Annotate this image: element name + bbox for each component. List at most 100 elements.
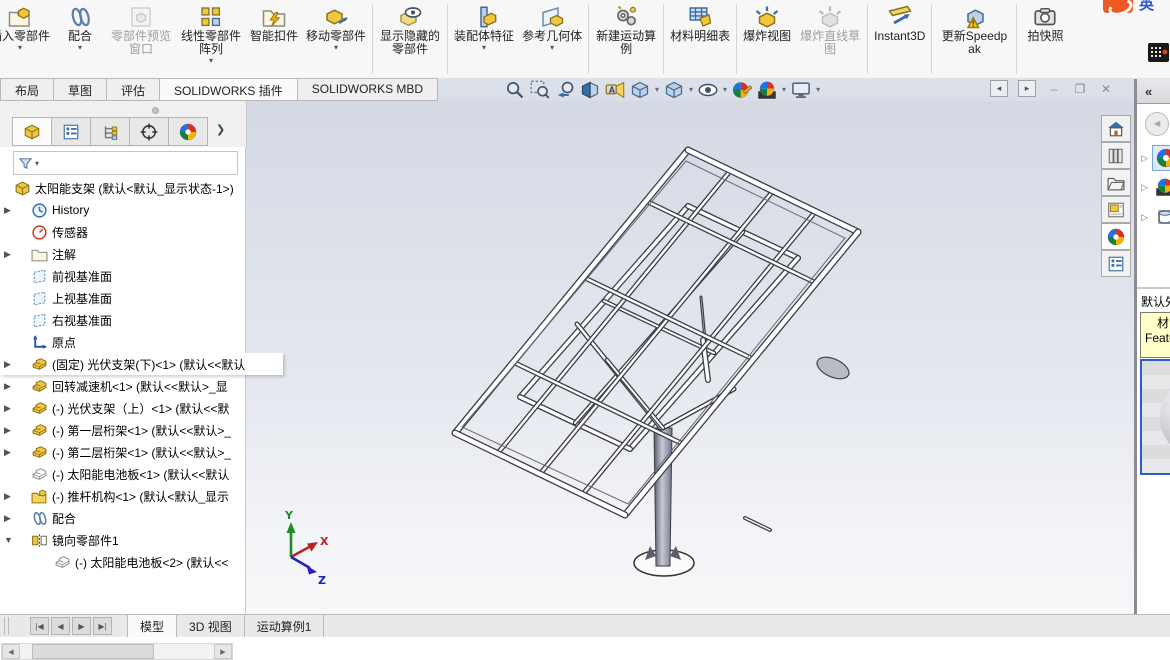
ime-logo-icon[interactable]: [1103, 0, 1133, 13]
solidworks-resources-tab[interactable]: [1101, 115, 1131, 142]
tree-item-sensors[interactable]: 传感器: [0, 221, 272, 243]
instant3d-button[interactable]: Instant3D: [871, 1, 928, 77]
tree-item-origin[interactable]: 原点: [0, 331, 272, 353]
tab-overflow-icon[interactable]: ❯: [216, 123, 225, 136]
exploded-view-button[interactable]: 爆炸视图: [740, 1, 794, 77]
next-document-icon[interactable]: ▸: [1018, 80, 1036, 97]
tab-layout[interactable]: 布局: [0, 78, 55, 101]
take-snapshot-button[interactable]: 拍快照: [1020, 1, 1070, 77]
smart-fasteners-button[interactable]: 智能扣件: [247, 1, 301, 77]
panel-drag-handle[interactable]: [152, 107, 159, 114]
dropdown-arrow-icon[interactable]: ▾: [655, 85, 659, 94]
expand-arrow-icon[interactable]: ▶: [4, 205, 14, 216]
linear-component-pattern-button[interactable]: 线性零部件阵列 ▾: [177, 1, 245, 77]
restore-icon[interactable]: ❐: [1072, 81, 1088, 96]
view-palette-tab[interactable]: [1101, 196, 1131, 223]
ime-keyboard-icon[interactable]: [1148, 43, 1169, 62]
appearances-scenes-tab[interactable]: [1101, 223, 1131, 250]
motion-study-tab[interactable]: 运动算例1: [245, 615, 325, 637]
tree-item-mates[interactable]: ▶ 配合: [0, 507, 272, 529]
dropdown-arrow-icon[interactable]: ▾: [689, 85, 693, 94]
last-tab-icon[interactable]: ▶|: [93, 617, 112, 635]
collapse-pane-icon[interactable]: «: [1145, 84, 1152, 99]
mate-button[interactable]: 配合 ▾: [55, 1, 105, 77]
custom-properties-tab[interactable]: [1101, 250, 1131, 277]
collapse-arrow-icon[interactable]: ▼: [4, 535, 14, 545]
slew-drive[interactable]: [814, 353, 852, 383]
previous-document-icon[interactable]: ◂: [990, 80, 1008, 97]
support-pole[interactable]: [653, 427, 673, 567]
tree-item-component[interactable]: ▶ (-) 第二层桁架<1> (默认<<默认>_: [0, 441, 272, 463]
tab-solidworks-mbd[interactable]: SOLIDWORKS MBD: [297, 78, 439, 101]
previous-view-icon[interactable]: [555, 80, 575, 100]
model-tab[interactable]: 模型: [127, 615, 178, 637]
expand-arrow-icon[interactable]: ▷: [1141, 212, 1148, 223]
next-tab-icon[interactable]: ▶: [72, 617, 91, 635]
tree-item-front-plane[interactable]: 前视基准面: [0, 265, 272, 287]
insert-components-button[interactable]: 插入零部件 ▾: [0, 1, 53, 77]
tree-item-annotations[interactable]: ▶ 注解: [0, 243, 272, 265]
dimxpert-manager-tab[interactable]: [130, 117, 169, 146]
assembly-features-button[interactable]: 装配体特征 ▾: [451, 1, 517, 77]
tree-item-history[interactable]: ▶ History: [0, 199, 272, 221]
tree-item-mirror-components[interactable]: ▼ 镜向零部件1: [0, 529, 272, 551]
3d-views-tab[interactable]: 3D 视图: [177, 615, 245, 637]
expand-arrow-icon[interactable]: ▶: [4, 359, 14, 370]
design-library-tab[interactable]: [1101, 142, 1131, 169]
view-settings-icon[interactable]: [791, 80, 811, 100]
reference-geometry-button[interactable]: 参考几何体 ▾: [519, 1, 585, 77]
dropdown-arrow-icon[interactable]: ▾: [816, 85, 820, 94]
hide-show-annotations-icon[interactable]: [605, 80, 625, 100]
display-style-icon[interactable]: [664, 80, 684, 100]
tree-item-component[interactable]: ▶ (-) 光伏支架（上）<1> (默认<<默: [0, 397, 272, 419]
apply-scene-icon[interactable]: [757, 80, 777, 100]
expand-arrow-icon[interactable]: ▶: [4, 447, 14, 458]
expand-arrow-icon[interactable]: ▶: [4, 425, 14, 436]
ime-language-indicator[interactable]: 英: [1139, 0, 1154, 14]
tree-filter-box[interactable]: ▾: [13, 151, 238, 175]
frame-members[interactable]: [451, 146, 862, 532]
tree-horizontal-scrollbar[interactable]: ◀ ▶: [1, 643, 233, 660]
dropdown-arrow-icon[interactable]: ▾: [723, 85, 727, 94]
scenes-node[interactable]: ▷: [1141, 175, 1170, 199]
expand-arrow-icon[interactable]: ▶: [4, 491, 14, 502]
tree-item-component[interactable]: ▶ (-) 第一层桁架<1> (默认<<默认>_: [0, 419, 272, 441]
zoom-to-fit-icon[interactable]: [505, 80, 525, 100]
display-manager-tab[interactable]: [169, 117, 208, 146]
move-component-button[interactable]: 移动零部件 ▾: [303, 1, 369, 77]
minimize-icon[interactable]: –: [1046, 81, 1062, 96]
tree-item-subassembly[interactable]: ▶ (-) 推杆机构<1> (默认<默认_显示: [0, 485, 272, 507]
back-icon[interactable]: ◄: [1145, 112, 1169, 136]
expand-arrow-icon[interactable]: ▷: [1141, 182, 1148, 193]
view-orientation-icon[interactable]: [630, 80, 650, 100]
section-view-icon[interactable]: [580, 80, 600, 100]
expand-arrow-icon[interactable]: ▶: [4, 249, 14, 260]
edit-appearance-icon[interactable]: [732, 80, 752, 100]
appearances-node[interactable]: ▷: [1141, 145, 1170, 171]
expand-arrow-icon[interactable]: ▷: [1141, 153, 1148, 164]
bill-of-materials-button[interactable]: 材料明细表: [667, 1, 733, 77]
tree-item-component[interactable]: ▶ 回转减速机<1> (默认<<默认>_显: [0, 375, 272, 397]
first-tab-icon[interactable]: |◀: [30, 617, 49, 635]
tree-item-component-hidden[interactable]: (-) 太阳能电池板<1> (默认<<默认: [0, 463, 272, 485]
pane-splitter[interactable]: [1137, 287, 1170, 289]
hide-show-items-icon[interactable]: [698, 80, 718, 100]
expand-arrow-icon[interactable]: ▶: [4, 381, 14, 392]
new-motion-study-button[interactable]: 新建运动算例: [592, 1, 660, 77]
tree-item-top-plane[interactable]: 上视基准面: [0, 287, 272, 309]
tab-sketch[interactable]: 草图: [54, 78, 108, 101]
tab-solidworks-addins[interactable]: SOLIDWORKS 插件: [160, 78, 298, 101]
tree-item-component-hidden[interactable]: (-) 太阳能电池板<2> (默认<<: [0, 551, 295, 573]
dropdown-arrow-icon[interactable]: ▾: [782, 85, 786, 94]
close-icon[interactable]: ✕: [1098, 81, 1114, 96]
decals-node[interactable]: ▷: [1141, 205, 1170, 229]
expand-arrow-icon[interactable]: ▶: [4, 403, 14, 414]
property-manager-tab[interactable]: [52, 117, 91, 146]
expand-arrow-icon[interactable]: ▶: [4, 513, 14, 524]
previous-tab-icon[interactable]: ◀: [51, 617, 70, 635]
bottom-grip[interactable]: [4, 617, 9, 635]
featuremanager-tree-tab[interactable]: [12, 117, 52, 146]
tree-item-right-plane[interactable]: 右视基准面: [0, 309, 272, 331]
scroll-right-icon[interactable]: ▶: [214, 644, 232, 659]
appearance-preview-thumbnail[interactable]: [1140, 359, 1170, 475]
